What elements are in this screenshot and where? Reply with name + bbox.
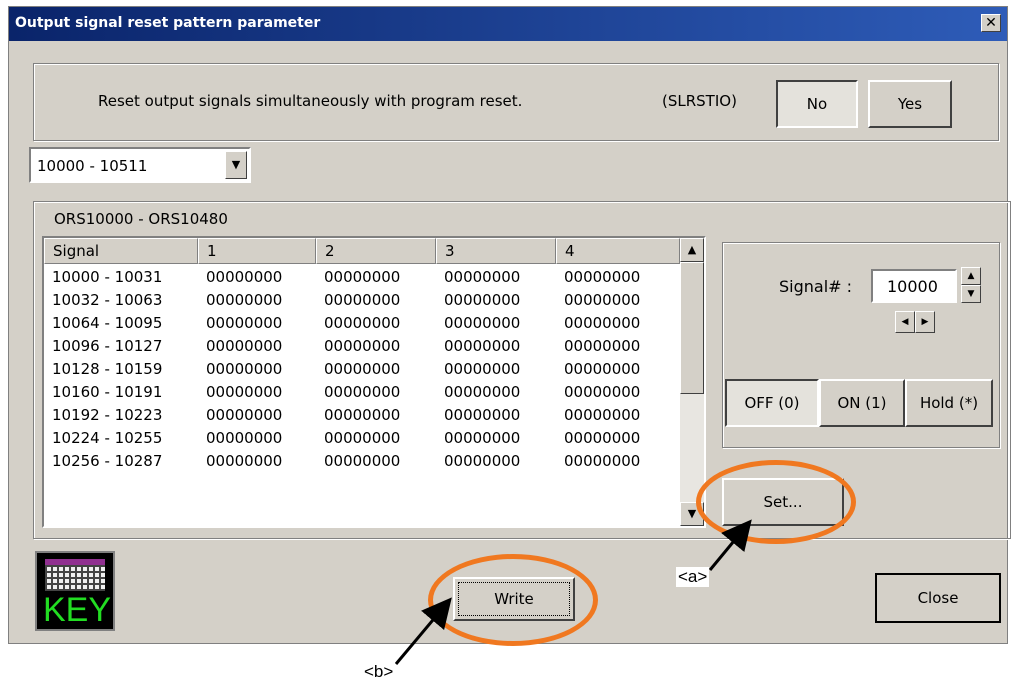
annotation-arrows <box>394 519 752 665</box>
arrow-a <box>708 519 752 571</box>
annotation-label-b: <b> <box>362 662 396 682</box>
annotation-label-a: <a> <box>676 567 710 587</box>
arrow-b <box>394 597 452 665</box>
